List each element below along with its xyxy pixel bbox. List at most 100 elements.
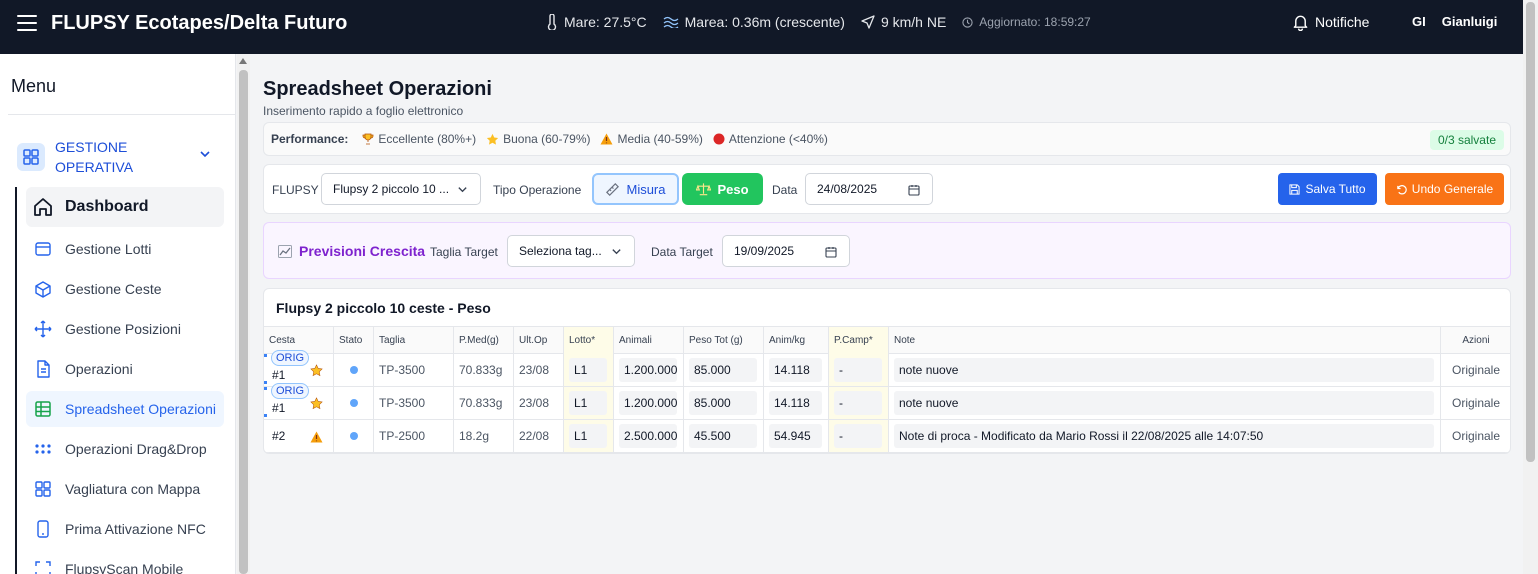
sidebar-item-gestione-lotti[interactable]: Gestione Lotti — [26, 231, 224, 267]
forecast-title: Previsioni Crescita — [278, 243, 425, 259]
data-target-label: Data Target — [651, 245, 713, 259]
save-icon — [1289, 183, 1301, 195]
data-target-input[interactable]: 19/09/2025 — [722, 235, 850, 267]
sidebar-item-flupsyscan-mobile[interactable]: FlupsyScan Mobile — [26, 551, 224, 574]
menu-title: Menu — [11, 76, 57, 96]
cell-lotto[interactable]: L1 — [564, 387, 614, 419]
tree-line — [15, 187, 17, 574]
cell-ultop: 22/08 — [514, 420, 564, 452]
scan-icon — [32, 558, 54, 574]
cell-pcamp[interactable]: - — [829, 387, 889, 419]
tide-level: Marea: 0.36m (crescente) — [684, 14, 845, 30]
cell-stato — [334, 420, 374, 452]
cell-lotto[interactable]: L1 — [564, 354, 614, 386]
col-ultop: Ult.Op — [514, 327, 564, 354]
cell-azioni[interactable]: Originale — [1441, 420, 1510, 452]
grid-icon — [32, 478, 54, 500]
calendar-icon — [825, 247, 837, 258]
flupsy-select[interactable]: Flupsy 2 piccolo 10 ... — [321, 173, 481, 205]
sidebar-item-label: Operazioni — [65, 361, 133, 377]
group-gestione-operativa[interactable]: GESTIONE OPERATIVA — [17, 134, 221, 179]
star-icon — [310, 397, 323, 410]
cell-animali[interactable]: 2.500.000 — [614, 420, 684, 452]
save-all-button[interactable]: Salva Tutto — [1278, 173, 1377, 205]
menu-toggle-icon[interactable] — [17, 15, 37, 31]
cube-icon — [32, 278, 54, 300]
sidebar-item-gestione-posizioni[interactable]: Gestione Posizioni — [26, 311, 224, 347]
taglia-target-label: Taglia Target — [430, 245, 498, 259]
cell-pmed: 70.833g — [454, 354, 514, 386]
cell-peso-tot[interactable]: 45.500 — [684, 420, 764, 452]
cell-lotto[interactable]: L1 — [564, 420, 614, 452]
sidebar-item-spreadsheet-operazioni[interactable]: Spreadsheet Operazioni — [26, 391, 224, 427]
orig-badge: ORIG — [271, 350, 310, 366]
clock-icon — [962, 16, 973, 28]
app-title: FLUPSY Ecotapes/Delta Futuro — [51, 12, 348, 34]
cell-pcamp[interactable]: - — [829, 420, 889, 452]
col-pmed: P.Med(g) — [454, 327, 514, 354]
cell-note[interactable]: Note di proca - Modificato da Mario Ross… — [889, 420, 1441, 452]
cell-anim-kg[interactable]: 54.945 — [764, 420, 829, 452]
cell-azioni[interactable]: Originale — [1441, 354, 1510, 386]
notifications-label: Notifiche — [1315, 14, 1370, 30]
legend-medium: Media (40-59%) — [600, 132, 703, 146]
col-anim-kg: Anim/kg — [764, 327, 829, 354]
cell-pcamp[interactable]: - — [829, 354, 889, 386]
col-peso-tot: Peso Tot (g) — [684, 327, 764, 354]
main-content: Spreadsheet Operazioni Inserimento rapid… — [250, 54, 1523, 574]
wind-speed: 9 km/h NE — [880, 14, 947, 30]
cell-pmed: 70.833g — [454, 387, 514, 419]
cell-peso-tot[interactable]: 85.000 — [684, 354, 764, 386]
cell-note[interactable]: note nuove — [889, 354, 1441, 386]
date-input[interactable]: 24/08/2025 — [805, 173, 933, 205]
table-row: #2 TP-2500 18.2g 22/08 L1 2.500.000 45.5… — [264, 420, 1510, 453]
sidebar-item-prima-attivazione-nfc[interactable]: Prima Attivazione NFC — [26, 511, 224, 547]
chevron-down-icon — [458, 187, 467, 193]
page-scrollbar[interactable] — [1523, 0, 1538, 574]
cell-ultop: 23/08 — [514, 387, 564, 419]
sidebar: Menu GESTIONE OPERATIVA Dashboard Gestio… — [0, 54, 236, 574]
sidebar-item-gestione-ceste[interactable]: Gestione Ceste — [26, 271, 224, 307]
notifications-button[interactable]: Notifiche — [1292, 13, 1369, 31]
status-dot — [350, 432, 358, 440]
page-title: Spreadsheet Operazioni — [263, 78, 492, 100]
cell-azioni[interactable]: Originale — [1441, 387, 1510, 419]
cell-anim-kg[interactable]: 14.118 — [764, 354, 829, 386]
status-dot — [350, 399, 358, 407]
misura-button[interactable]: Misura — [592, 173, 679, 205]
col-note: Note — [889, 327, 1441, 354]
table-icon — [32, 398, 54, 420]
sidebar-item-label: Gestione Ceste — [65, 281, 162, 297]
table-title: Flupsy 2 piccolo 10 ceste - Peso — [276, 300, 491, 316]
data-label: Data — [772, 183, 798, 197]
cell-ultop: 23/08 — [514, 354, 564, 386]
last-updated: Aggiornato: 18:59:27 — [979, 15, 1091, 29]
sidebar-item-vagliatura-mappa[interactable]: Vagliatura con Mappa — [26, 471, 224, 507]
cell-note[interactable]: note nuove — [889, 387, 1441, 419]
taglia-target-select[interactable]: Seleziona tag... — [507, 235, 635, 267]
phone-icon — [32, 518, 54, 540]
trophy-icon — [362, 133, 374, 145]
cell-animali[interactable]: 1.200.000 — [614, 354, 684, 386]
col-lotto: Lotto* — [564, 327, 614, 354]
star-icon — [310, 364, 323, 377]
undo-all-button[interactable]: Undo Generale — [1385, 173, 1504, 205]
warning-icon — [310, 431, 323, 443]
legend-good: Buona (60-79%) — [486, 132, 590, 146]
scale-icon — [696, 183, 712, 196]
cell-taglia: TP-2500 — [374, 420, 454, 452]
group-label: GESTIONE OPERATIVA — [55, 138, 134, 175]
sidebar-scrollbar[interactable] — [237, 54, 250, 574]
page-subtitle: Inserimento rapido a foglio elettronico — [263, 104, 464, 118]
sidebar-item-operazioni[interactable]: Operazioni — [26, 351, 224, 387]
user-name: Gianluigi — [1441, 14, 1498, 29]
cell-animali[interactable]: 1.200.000 — [614, 387, 684, 419]
user-menu[interactable]: GI Gianluigi — [1412, 14, 1497, 29]
sidebar-item-label: Operazioni Drag&Drop — [65, 441, 207, 457]
cell-anim-kg[interactable]: 14.118 — [764, 387, 829, 419]
sidebar-item-operazioni-drag-drop[interactable]: Operazioni Drag&Drop — [26, 431, 224, 467]
cell-peso-tot[interactable]: 85.000 — [684, 387, 764, 419]
peso-button[interactable]: Peso — [682, 173, 763, 205]
layout-grid-icon — [17, 142, 45, 171]
sidebar-item-dashboard[interactable]: Dashboard — [26, 187, 224, 227]
